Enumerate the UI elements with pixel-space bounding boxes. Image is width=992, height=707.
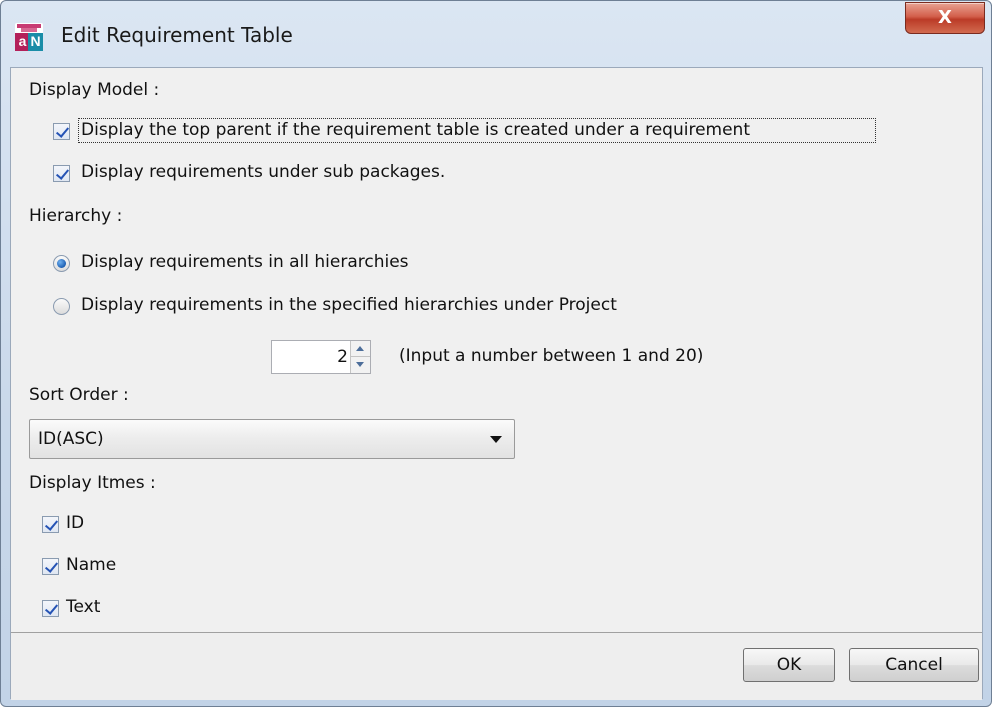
window-title: Edit Requirement Table — [61, 23, 293, 47]
hierarchy-heading: Hierarchy : — [29, 206, 123, 226]
ok-button[interactable]: OK — [743, 648, 835, 682]
display-sub-packages-label[interactable]: Display requirements under sub packages. — [81, 162, 445, 182]
item-name-checkbox[interactable] — [42, 558, 59, 575]
hierarchy-level-value[interactable]: 2 — [337, 347, 348, 367]
item-name-label[interactable]: Name — [66, 555, 116, 575]
app-logo-icon: aN — [15, 23, 43, 51]
item-text-label[interactable]: Text — [66, 597, 100, 617]
display-sub-packages-checkbox[interactable] — [53, 165, 70, 182]
display-model-heading: Display Model : — [29, 80, 160, 100]
sort-order-select[interactable]: ID(ASC) — [29, 419, 515, 459]
dialog-footer: OK Cancel — [11, 633, 982, 700]
focus-indicator — [78, 118, 876, 143]
display-items-heading: Display Itmes : — [29, 473, 156, 493]
cancel-button[interactable]: Cancel — [849, 648, 979, 682]
spin-down-arrow-icon[interactable] — [351, 357, 370, 373]
display-top-parent-checkbox[interactable] — [53, 123, 70, 140]
sort-order-selected-value: ID(ASC) — [38, 429, 104, 449]
specified-hierarchies-radio[interactable] — [53, 298, 70, 315]
dropdown-arrow-icon — [490, 436, 502, 443]
item-id-checkbox[interactable] — [42, 516, 59, 533]
edit-requirement-table-dialog: aN Edit Requirement Table X Display Mode… — [0, 0, 992, 707]
spinner-buttons — [350, 341, 370, 373]
hierarchy-level-hint: (Input a number between 1 and 20) — [399, 346, 704, 366]
spin-up-arrow-icon[interactable] — [351, 341, 370, 357]
dialog-body: Display Model : Display the top parent i… — [10, 67, 983, 700]
item-id-label[interactable]: ID — [66, 513, 84, 533]
all-hierarchies-label[interactable]: Display requirements in all hierarchies — [81, 252, 409, 272]
hierarchy-level-spinner[interactable]: 2 — [271, 340, 371, 374]
title-bar[interactable]: aN Edit Requirement Table X — [1, 1, 991, 67]
all-hierarchies-radio[interactable] — [53, 255, 70, 272]
specified-hierarchies-label[interactable]: Display requirements in the specified hi… — [81, 295, 617, 315]
close-button[interactable]: X — [905, 2, 985, 34]
item-text-checkbox[interactable] — [42, 600, 59, 617]
sort-order-heading: Sort Order : — [29, 385, 129, 405]
